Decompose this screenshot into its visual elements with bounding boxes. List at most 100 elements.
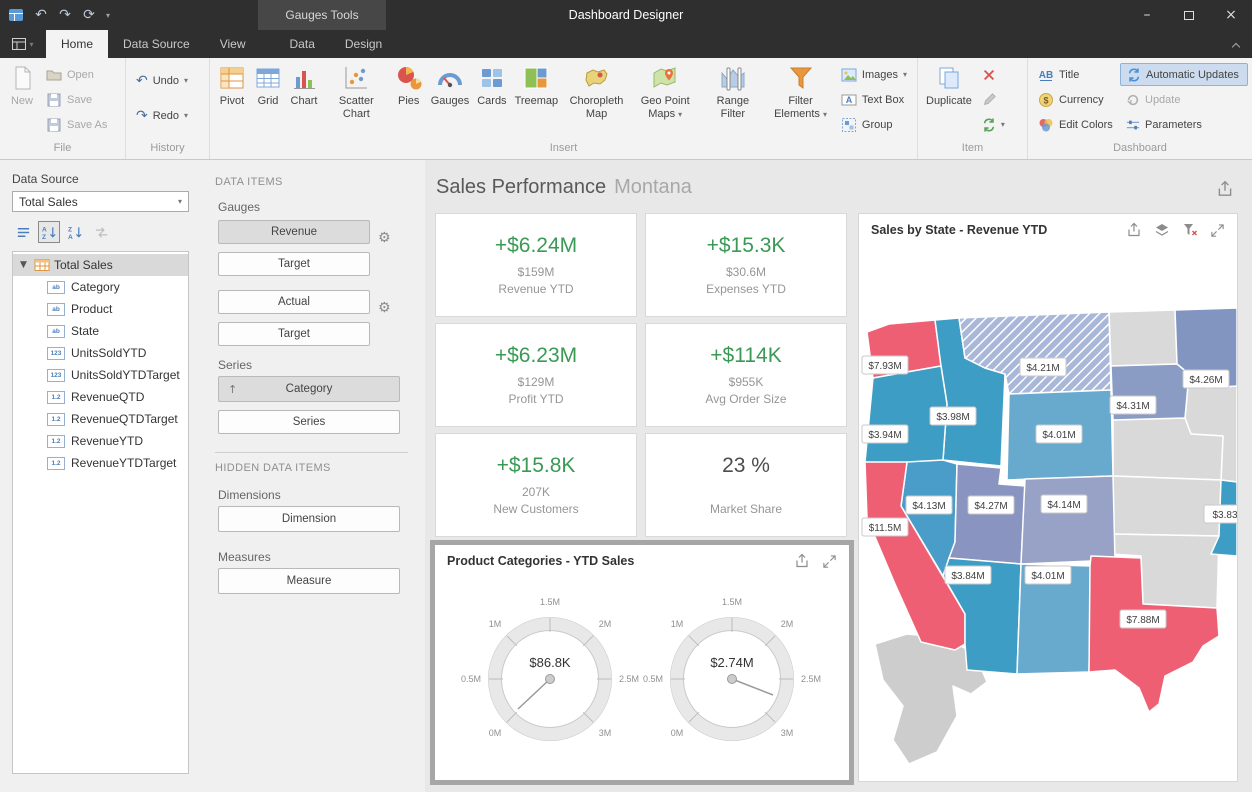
data-source-select[interactable]: Total Sales ▾ [12, 191, 189, 212]
card-market-share[interactable]: 23 % Market Share [645, 433, 847, 537]
app-menu-caret-icon: ▾ [29, 40, 33, 49]
forward-button[interactable]: ↷ [54, 7, 76, 23]
tree-item-revenueqtdtarget[interactable]: 1.2 RevenueQTDTarget [13, 408, 188, 430]
refresh-button[interactable]: ⟳ [78, 7, 100, 23]
tree-item-unitssoldytd[interactable]: 123 UnitsSoldYTD [13, 342, 188, 364]
expander-icon[interactable]: ▼ [20, 260, 30, 270]
cards-button[interactable]: Cards [473, 61, 510, 140]
tree-item-revenueytd[interactable]: 1.2 RevenueYTD [13, 430, 188, 452]
sort-descending-button[interactable]: ZA [64, 221, 86, 243]
gauge-target[interactable]: 0M 0.5M 1M 1.5M 2M 2.5M 3M $2.74M [643, 597, 821, 741]
maximize-button[interactable] [822, 554, 837, 569]
open-button[interactable]: Open [40, 63, 113, 86]
gear-icon[interactable]: ⚙ [378, 230, 391, 246]
tab-design[interactable]: Design [330, 30, 397, 58]
gauge-tick-label: 3M [781, 728, 794, 738]
automatic-updates-button[interactable]: Automatic Updates [1120, 63, 1248, 86]
tree-item-category[interactable]: ab Category [13, 276, 188, 298]
card-expenses-ytd[interactable]: +$15.3K $30.6M Expenses YTD [645, 213, 847, 317]
app-menu-button[interactable]: ▾ [0, 30, 46, 58]
clear-filter-button[interactable] [1182, 222, 1198, 238]
tree-item-revenueqtd[interactable]: 1.2 RevenueQTD [13, 386, 188, 408]
gear-icon[interactable]: ⚙ [378, 300, 391, 316]
gauge-revenue[interactable]: 0M 0.5M 1M 1.5M 2M 2.5M 3M $86.8K [461, 597, 639, 741]
tree-item-product[interactable]: ab Product [13, 298, 188, 320]
export-button[interactable] [794, 553, 810, 569]
tab-data-source[interactable]: Data Source [108, 30, 205, 58]
data-item-target-1[interactable]: Target [218, 252, 370, 276]
series-section-label: Series [218, 358, 252, 372]
new-button[interactable]: New [4, 61, 40, 140]
tab-data[interactable]: Data [275, 30, 330, 58]
data-item-category[interactable]: ↑ Category [218, 376, 400, 402]
currency-button[interactable]: $ Currency [1032, 88, 1120, 111]
choropleth-map-button[interactable]: Choropleth Map [562, 61, 631, 140]
tree-item-unitssoldytdtarget[interactable]: 123 UnitsSoldYTDTarget [13, 364, 188, 386]
tree-item-total-sales[interactable]: ▼ Total Sales [13, 254, 188, 276]
parameters-button[interactable]: Parameters [1120, 113, 1248, 136]
data-item-revenue[interactable]: Revenue [218, 220, 370, 244]
back-button[interactable]: ↶ [30, 7, 52, 23]
save-button[interactable]: Save [40, 88, 113, 111]
map-panel[interactable]: Sales by State - Revenue YTD [858, 213, 1238, 782]
convert-item-button[interactable]: ▾ [976, 113, 1011, 136]
qat-customize-caret-icon[interactable]: ▾ [102, 11, 114, 20]
collapse-ribbon-button[interactable] [1228, 39, 1244, 51]
pivot-button[interactable]: Pivot [214, 61, 250, 140]
context-tab-gauges-tools[interactable]: Gauges Tools [258, 0, 386, 30]
tree-item-state[interactable]: ab State [13, 320, 188, 342]
maximize-button[interactable] [1210, 223, 1225, 238]
gauge-panel[interactable]: Product Categories - YTD Sales [435, 545, 849, 777]
redo-button[interactable]: ↷ Redo ▾ [130, 104, 194, 127]
field-list-view-button[interactable] [12, 221, 34, 243]
data-item-series[interactable]: Series [218, 410, 400, 434]
field-tree: ▼ Total Sales ab Category ab Product ab … [12, 251, 189, 774]
tree-item-revenueytdtarget[interactable]: 1.2 RevenueYTDTarget [13, 452, 188, 474]
text-box-button[interactable]: A Text Box [835, 88, 913, 111]
data-item-actual[interactable]: Actual [218, 290, 370, 314]
data-item-target-2[interactable]: Target [218, 322, 370, 346]
state-colorado[interactable] [1021, 476, 1115, 564]
group-label-item: Item [918, 141, 1027, 159]
save-as-button[interactable]: Save As [40, 113, 113, 136]
range-filter-button[interactable]: Range Filter [700, 61, 767, 140]
tab-view[interactable]: View [205, 30, 261, 58]
card-profit-ytd[interactable]: +$6.23M $129M Profit YTD [435, 323, 637, 427]
delete-item-button[interactable] [976, 63, 1011, 86]
sort-up-icon[interactable]: ↑ [228, 383, 237, 396]
update-button[interactable]: Update [1120, 88, 1248, 111]
sort-ascending-button[interactable]: AZ [38, 221, 60, 243]
pies-button[interactable]: Pies [391, 61, 427, 140]
chart-button[interactable]: Chart [286, 61, 322, 140]
card-revenue-ytd[interactable]: +$6.24M $159M Revenue YTD [435, 213, 637, 317]
duplicate-button[interactable]: Duplicate [922, 61, 976, 140]
geo-point-maps-button[interactable]: Geo Point Maps ▾ [631, 61, 700, 140]
gauge-panel-selection-frame[interactable]: Product Categories - YTD Sales [430, 540, 854, 785]
title-button[interactable]: AB Title [1032, 63, 1120, 86]
edit-item-button[interactable] [976, 88, 1011, 111]
maximize-button[interactable] [1168, 0, 1210, 30]
minimize-button[interactable]: – [1126, 0, 1168, 30]
edit-colors-button[interactable]: Edit Colors [1032, 113, 1120, 136]
scatter-chart-button[interactable]: Scatter Chart [322, 61, 391, 140]
data-item-measure[interactable]: Measure [218, 568, 400, 594]
gauges-button[interactable]: Gauges [427, 61, 474, 140]
layers-button[interactable] [1154, 222, 1170, 238]
treemap-button[interactable]: Treemap [511, 61, 563, 140]
card-new-customers[interactable]: +$15.8K 207K New Customers [435, 433, 637, 537]
group-button[interactable]: Group [835, 113, 913, 136]
state-north-dakota[interactable] [1109, 310, 1177, 366]
grid-button[interactable]: Grid [250, 61, 286, 140]
map-label-idaho: $3.98M [930, 407, 976, 425]
close-button[interactable]: × [1210, 0, 1252, 30]
export-button[interactable] [1126, 222, 1142, 238]
dashboard-export-button[interactable] [1216, 180, 1234, 198]
tab-home[interactable]: Home [46, 30, 108, 58]
data-item-dimension[interactable]: Dimension [218, 506, 400, 532]
maximize-icon [1210, 223, 1225, 238]
move-fields-button[interactable] [90, 221, 112, 243]
card-avg-order-size[interactable]: +$114K $955K Avg Order Size [645, 323, 847, 427]
images-button[interactable]: Images ▾ [835, 63, 913, 86]
undo-button[interactable]: ↶ Undo ▾ [130, 69, 194, 92]
filter-elements-button[interactable]: Filter Elements ▾ [766, 61, 835, 140]
